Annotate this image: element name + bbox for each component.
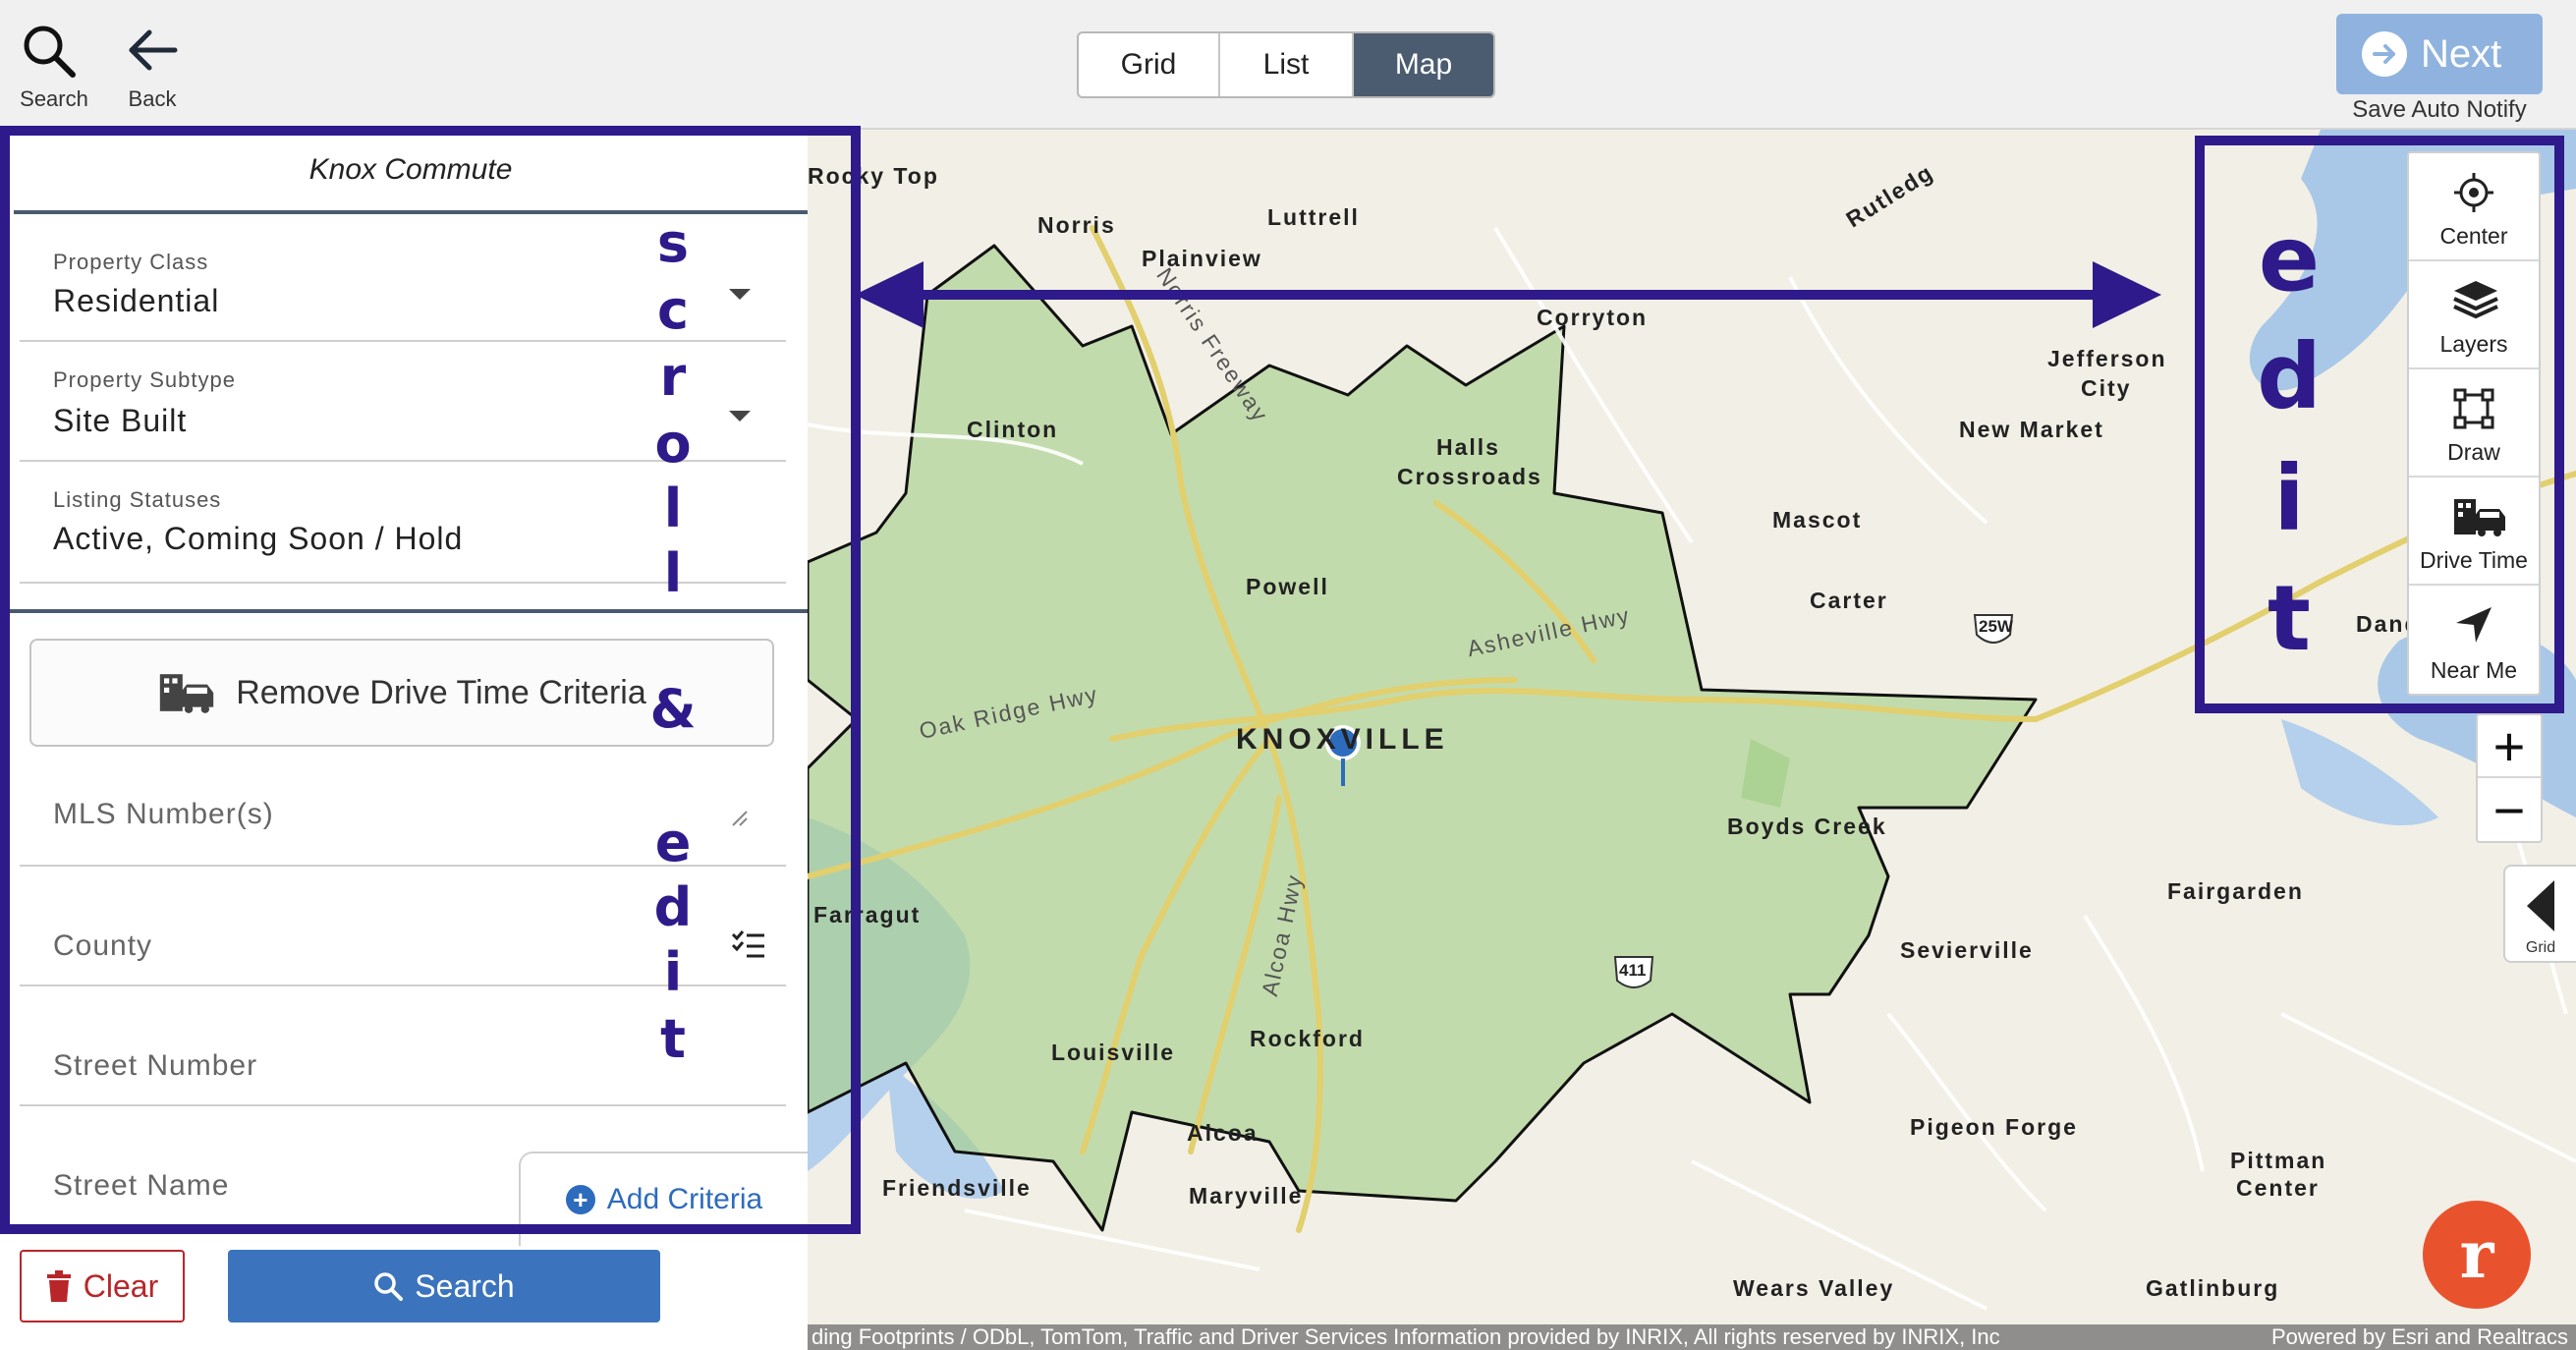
annotation-box-left-panel (0, 126, 861, 1234)
map-label-jefferson-city: Jefferson (2047, 346, 2167, 371)
back-button[interactable]: Back (98, 18, 206, 116)
grid-tab-label: Grid (2525, 939, 2556, 956)
map-label-rockford: Rockford (1250, 1026, 1365, 1051)
search-icon (374, 1272, 404, 1301)
map-label-fairgarden: Fairgarden (2167, 878, 2304, 904)
map-label-alcoa: Alcoa (1187, 1120, 1259, 1146)
map-label-new-market: New Market (1959, 417, 2104, 442)
annotation-edit-left-t: t (660, 1008, 686, 1070)
top-toolbar: Search Back Grid List Map Next Save Auto… (0, 0, 2576, 130)
map-label-jefferson-city-2: City (2081, 375, 2132, 401)
search-icon (24, 26, 76, 78)
map-label-pigeon-forge: Pigeon Forge (1910, 1114, 2078, 1140)
annotation-double-arrow (855, 261, 2161, 328)
map-attribution: ding Footprints / ODbL, TomTom, Traffic … (808, 1324, 2576, 1350)
annotation-scroll-c: c (656, 279, 689, 341)
map-shield-411: 411 (1619, 961, 1647, 980)
search-submit-label: Search (415, 1267, 515, 1304)
next-label: Next (2421, 31, 2502, 76)
map-label-clinton: Clinton (967, 417, 1059, 442)
map-label-friendsville: Friendsville (882, 1175, 1032, 1201)
map-label-gatlinburg: Gatlinburg (2146, 1275, 2280, 1301)
map-label-louisville: Louisville (1051, 1040, 1176, 1065)
map-label-powell: Powell (1246, 574, 1329, 599)
map-label-wears-valley: Wears Valley (1733, 1275, 1895, 1301)
arrow-left-icon (129, 29, 178, 71)
arrow-right-circle-icon (2362, 31, 2407, 77)
annotation-edit-right-d: d (2257, 324, 2322, 429)
zoom-out-button[interactable]: − (2478, 778, 2541, 841)
trash-icon (46, 1270, 71, 1302)
annotation-scroll-r: r (659, 346, 687, 408)
map-label-mascot: Mascot (1772, 507, 1863, 533)
map-label-pittman: Pittman (2230, 1148, 2327, 1173)
annotation-scroll-l1: l (663, 478, 683, 539)
map-label-halls: Halls (1436, 434, 1500, 460)
search-tool-button[interactable]: Search (0, 18, 108, 116)
map-label-knoxville: KNOXVILLE (1236, 723, 1449, 756)
clear-label: Clear (83, 1267, 159, 1304)
map-label-carter: Carter (1810, 588, 1888, 613)
annotation-edit-right-i: i (2273, 446, 2305, 551)
annotation-scroll-s: s (656, 212, 690, 274)
annotation-edit-right-t: t (2268, 566, 2311, 671)
annotation-edit-left-i: i (663, 941, 683, 1003)
powered-by: Powered by Esri and Realtracs (2270, 1324, 2568, 1349)
annotation-scroll-o: o (654, 413, 692, 475)
annotation-ampersand: & (649, 678, 697, 740)
map-label-luttrell: Luttrell (1267, 204, 1360, 230)
search-tool-label: Search (20, 86, 88, 111)
map-label-norris: Norris (1037, 212, 1116, 238)
view-switcher: Grid List Map (1077, 31, 1495, 98)
zoom-in-button[interactable]: + (2478, 715, 2541, 778)
tab-map[interactable]: Map (1354, 33, 1493, 96)
annotation-edit-left-e: e (654, 812, 692, 873)
save-auto-notify-link[interactable]: Save Auto Notify (2336, 96, 2543, 124)
next-button[interactable]: Next (2336, 14, 2543, 94)
back-label: Back (128, 86, 177, 111)
grid-drawer-tab[interactable]: Grid (2503, 865, 2576, 963)
search-submit-button[interactable]: Search (228, 1250, 660, 1322)
tab-grid[interactable]: Grid (1079, 33, 1220, 96)
map-label-sevierville: Sevierville (1900, 937, 2034, 963)
map-label-crossroads: Crossroads (1397, 464, 1542, 489)
map-shield-25w: 25W (1979, 617, 2013, 636)
annotation-edit-left-d: d (653, 876, 693, 938)
annotation-edit-right-e: e (2258, 206, 2321, 311)
map-label-pittman-center: Center (2236, 1175, 2320, 1201)
attribution-text: ding Footprints / ODbL, TomTom, Traffic … (812, 1324, 2000, 1349)
chevron-left-icon (2527, 880, 2554, 931)
annotation-scroll-l2: l (663, 542, 683, 604)
zoom-control: + − (2476, 713, 2543, 843)
map-label-maryville: Maryville (1189, 1183, 1304, 1209)
tab-list[interactable]: List (1220, 33, 1354, 96)
realtracs-logo[interactable]: r (2423, 1201, 2531, 1309)
map-label-boyds-creek: Boyds Creek (1727, 814, 1887, 839)
clear-button[interactable]: Clear (20, 1250, 185, 1322)
